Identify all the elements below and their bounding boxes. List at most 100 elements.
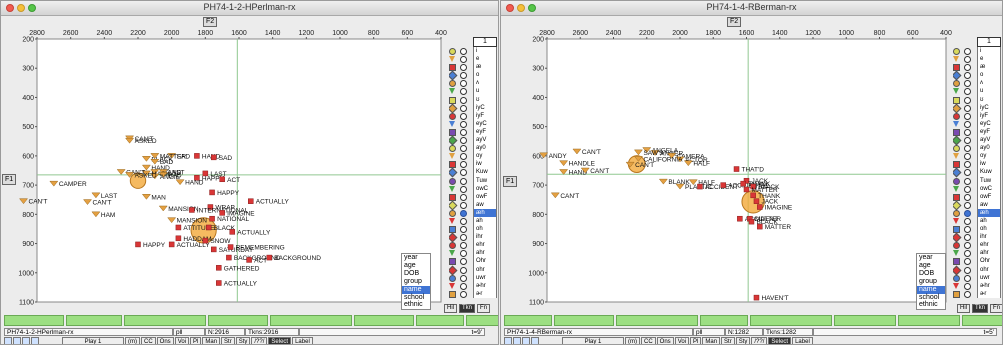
vowel-radio[interactable]	[460, 282, 467, 290]
vowel-list-item[interactable]: ɚr	[953, 289, 1002, 298]
vowel-radio[interactable]	[460, 217, 467, 225]
vowel-radio[interactable]	[964, 96, 971, 104]
vowel-radio[interactable]	[460, 201, 467, 209]
vowel-list-item[interactable]: ah	[953, 216, 1002, 226]
vowel-list-item[interactable]: u	[953, 87, 1002, 96]
vowel-list-item[interactable]: u	[449, 87, 498, 96]
vowel-radio[interactable]	[460, 96, 467, 104]
vowel-list-item[interactable]: ihr	[449, 232, 498, 243]
toolbar-button[interactable]: Ons	[656, 337, 674, 344]
vowel-radio[interactable]	[964, 217, 971, 225]
sort-option[interactable]: DOB	[917, 270, 945, 278]
vowel-radio[interactable]	[964, 112, 971, 120]
color-swatch[interactable]	[513, 337, 521, 344]
vowel-radio[interactable]	[460, 250, 467, 258]
vowel-list-item[interactable]: oy	[449, 152, 498, 161]
toolbar-button[interactable]: Play 1	[562, 337, 624, 344]
side-button[interactable]: Fn	[990, 304, 1002, 313]
vowel-list-item[interactable]: oh	[449, 225, 498, 234]
vowel-list-item[interactable]: oy	[953, 152, 1002, 161]
sort-option[interactable]: name	[917, 285, 946, 294]
vowel-radio[interactable]	[460, 64, 467, 72]
toolbar-button[interactable]: Voi	[174, 337, 190, 344]
vowel-radio[interactable]	[460, 266, 467, 274]
vowel-list-item[interactable]: iyF	[449, 111, 498, 120]
vowel-radio[interactable]	[964, 258, 971, 266]
vowel-radio[interactable]	[460, 48, 467, 55]
vowel-list-item[interactable]: uwr	[449, 273, 498, 282]
vowel-radio[interactable]	[460, 161, 467, 169]
toolbar-button[interactable]: Play 1	[62, 337, 124, 344]
toolbar-button[interactable]: Label	[292, 337, 313, 344]
vowel-radio[interactable]	[964, 88, 971, 96]
vowel-list-item[interactable]: e	[449, 55, 498, 64]
vowel-list-item[interactable]: iyC	[449, 103, 498, 114]
color-swatch[interactable]	[522, 337, 530, 344]
vowel-list-item[interactable]: ʌ	[953, 79, 1002, 88]
vowel-radio[interactable]	[460, 112, 467, 120]
vowel-radio[interactable]	[460, 104, 467, 112]
toolbar-button[interactable]: (m)	[625, 337, 640, 344]
vowel-radio[interactable]	[964, 250, 971, 258]
vowel-list-item[interactable]: aw	[449, 200, 498, 211]
vowel-list-item[interactable]: oh	[953, 225, 1002, 234]
vowel-list-item[interactable]: æh	[953, 208, 1002, 217]
sort-option[interactable]: ethnic	[402, 301, 430, 309]
vowel-radio[interactable]	[460, 209, 467, 217]
vowel-radio[interactable]	[964, 72, 971, 80]
vowel-list-item[interactable]: æh	[449, 208, 498, 217]
vowel-radio[interactable]	[964, 234, 971, 242]
vowel-radio[interactable]	[964, 80, 971, 88]
vowel-list-item[interactable]: ohr	[953, 265, 1002, 275]
vowel-list-item[interactable]: Tuw	[953, 176, 1002, 185]
vowel-radio[interactable]	[964, 137, 971, 145]
toolbar-button[interactable]: CC	[141, 337, 156, 344]
vowel-list-item[interactable]: ah	[449, 216, 498, 226]
color-swatch[interactable]	[531, 337, 539, 344]
color-swatch[interactable]	[22, 337, 30, 344]
vowel-radio[interactable]	[964, 266, 971, 274]
vowel-radio[interactable]	[964, 104, 971, 112]
vowel-radio[interactable]	[964, 64, 971, 72]
vowel-list-item[interactable]: iw	[449, 160, 498, 169]
vowel-list-item[interactable]: ɚhr	[953, 281, 1002, 290]
toolbar-button[interactable]: Select	[268, 337, 292, 344]
vowel-radio[interactable]	[460, 274, 467, 282]
toolbar-button[interactable]: Label	[792, 337, 813, 344]
vowel-list-item[interactable]: eyC	[449, 119, 498, 128]
vowel-list-item[interactable]: uwr	[953, 273, 1002, 282]
vowel-list-item[interactable]: o	[449, 70, 498, 81]
vowel-radio[interactable]	[964, 128, 971, 136]
vowel-radio[interactable]	[964, 56, 971, 64]
vowel-radio[interactable]	[460, 242, 467, 250]
vowel-radio[interactable]	[964, 201, 971, 209]
vowel-list-item[interactable]: ahr	[449, 249, 498, 258]
side-button[interactable]: Hil	[444, 304, 457, 313]
sort-option[interactable]: DOB	[402, 270, 430, 278]
vowel-radio[interactable]	[460, 185, 467, 193]
vowel-list-item[interactable]: ayV	[449, 135, 498, 146]
toolbar-button[interactable]: Str	[221, 337, 235, 344]
window-titlebar[interactable]: PH74-1-4-RBerman-rx	[501, 1, 1002, 16]
vowel-radio[interactable]	[964, 169, 971, 177]
toolbar-button[interactable]: Voi	[674, 337, 690, 344]
vowel-list-item[interactable]: æ	[449, 63, 498, 72]
toolbar-button[interactable]: Pl	[190, 337, 202, 344]
vowel-radio[interactable]	[964, 193, 971, 201]
toolbar-button[interactable]: (m)	[125, 337, 140, 344]
vowel-radio[interactable]	[964, 120, 971, 128]
vowel-radio[interactable]	[460, 120, 467, 128]
window-titlebar[interactable]: PH74-1-2-HPerlman-rx	[1, 1, 498, 16]
sort-option[interactable]: group	[917, 278, 945, 286]
vowel-radio[interactable]	[460, 193, 467, 201]
vowel-list-item[interactable]: Tuw	[449, 176, 498, 185]
toolbar-button[interactable]: Sty	[735, 337, 751, 344]
vowel-list-item[interactable]: ʊ	[953, 95, 1002, 104]
toolbar-button[interactable]: Man	[702, 337, 721, 344]
vowel-radio[interactable]	[964, 290, 971, 298]
vowel-radio[interactable]	[964, 274, 971, 282]
vowel-list-item[interactable]: eyC	[953, 119, 1002, 128]
sort-option[interactable]: age	[917, 262, 945, 270]
vowel-radio[interactable]	[964, 185, 971, 193]
vowel-list-item[interactable]: iw	[953, 160, 1002, 169]
